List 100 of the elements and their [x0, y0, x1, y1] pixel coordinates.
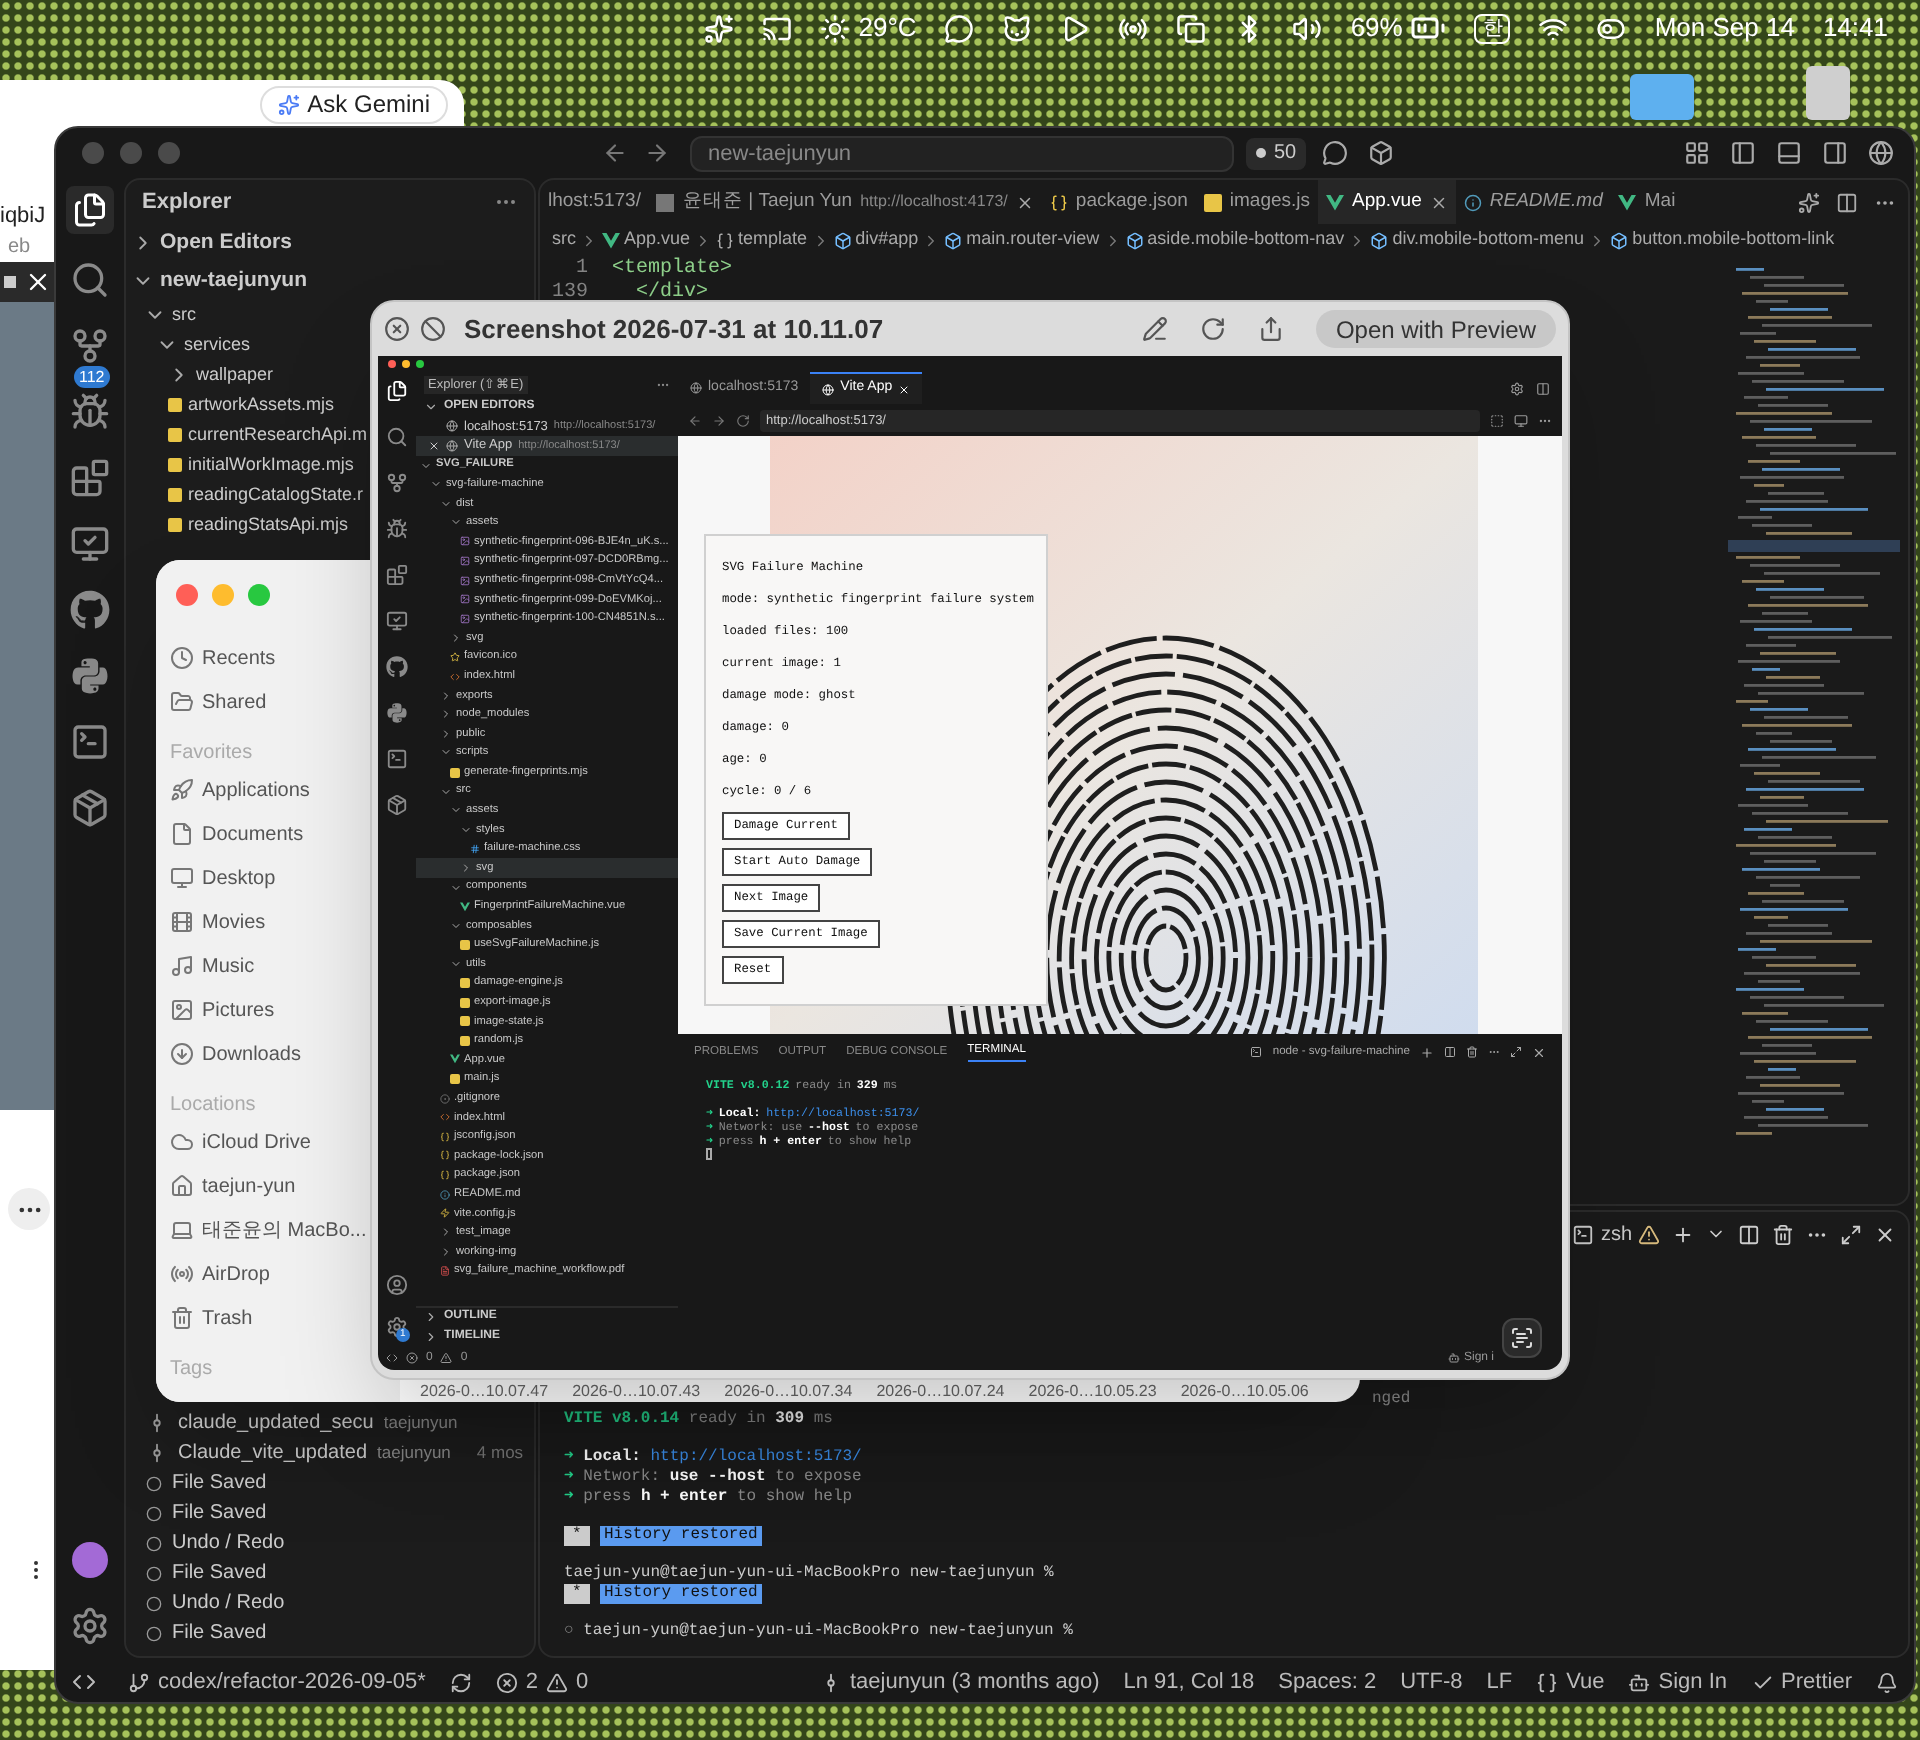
close-icon[interactable] [24, 268, 52, 296]
command-search-field[interactable]: new-taejunyun [690, 135, 1234, 171]
tree-item[interactable]: currentResearchApi.m [126, 420, 368, 450]
sync-icon[interactable] [449, 1671, 472, 1693]
tree-item[interactable]: services [126, 330, 251, 360]
breadcrumb-item[interactable]: aside.mobile-bottom-nav [1147, 226, 1345, 254]
python-icon[interactable] [69, 656, 109, 696]
avatar[interactable] [71, 1542, 107, 1578]
panel-right-icon[interactable] [1822, 140, 1848, 166]
trash-icon[interactable] [1772, 1223, 1794, 1245]
split-editor-icon[interactable] [1836, 191, 1858, 213]
close-icon[interactable] [1429, 193, 1448, 211]
menu-bar-date[interactable]: Mon Sep 14 [1654, 8, 1795, 48]
breadcrumb-item[interactable]: App.vue [624, 226, 691, 254]
source-control-icon[interactable] [69, 326, 109, 366]
finder-sidebar-item[interactable]: Movies [170, 900, 266, 944]
finder-sidebar-item[interactable]: Downloads [170, 1032, 301, 1076]
timeline-label[interactable]: Undo / Redo [172, 1588, 285, 1618]
encoding[interactable]: UTF-8 [1400, 1665, 1463, 1699]
language-mode[interactable]: Vue [1566, 1665, 1605, 1699]
finder-sidebar-item[interactable]: Shared [170, 680, 267, 724]
breadcrumb-item[interactable]: div#app [855, 226, 919, 254]
open-with-preview-button[interactable]: Open with Preview [1315, 310, 1556, 348]
maximize-icon[interactable] [1840, 1223, 1862, 1245]
breadcrumb-item[interactable]: template [738, 226, 808, 254]
settings-icon[interactable] [69, 1606, 109, 1646]
search-icon[interactable] [69, 260, 109, 300]
error-count[interactable]: 2 [525, 1665, 539, 1699]
finder-sidebar-item[interactable]: taejun-yun [170, 1164, 296, 1208]
input-source-badge[interactable]: 한 [1474, 13, 1511, 43]
package-icon[interactable] [69, 788, 109, 828]
back-arrow-icon[interactable] [602, 140, 628, 166]
warning-count[interactable]: 0 [576, 1665, 589, 1699]
finder-sidebar-item[interactable]: Trash [170, 1296, 253, 1340]
tree-item[interactable]: new-taejunyun [126, 262, 308, 300]
share-icon[interactable] [1257, 316, 1284, 342]
layout-icon[interactable] [1684, 140, 1710, 166]
tree-item[interactable]: Open Editors [126, 224, 292, 262]
finder-sidebar-item[interactable]: Recents [170, 636, 276, 680]
forward-arrow-icon[interactable] [644, 140, 670, 166]
editor-tab[interactable]: lhost:5173/ [540, 180, 649, 224]
remote-explorer-icon[interactable] [69, 524, 109, 564]
panel-left-icon[interactable] [1730, 140, 1756, 166]
timeline-label[interactable]: claude_updated_secu [178, 1408, 374, 1438]
rotate-icon[interactable] [1199, 316, 1226, 342]
finder-sidebar-item[interactable]: AirDrop [170, 1252, 270, 1296]
markup-icon[interactable] [1141, 316, 1168, 342]
menu-bar-time[interactable]: 14:41 [1822, 8, 1888, 48]
terminal-shell-name[interactable]: zsh [1600, 1219, 1632, 1249]
breadcrumb-item[interactable]: main.router-view [966, 226, 1100, 254]
timeline-label[interactable]: File Saved [172, 1558, 267, 1588]
finder-sidebar-item[interactable]: 태준윤의 MacBo... [170, 1208, 367, 1252]
timeline-label[interactable]: File Saved [172, 1618, 267, 1648]
tree-item[interactable]: src [126, 300, 196, 330]
formatter[interactable]: Prettier [1781, 1665, 1852, 1699]
breadcrumb-item[interactable]: src [552, 226, 576, 254]
agent-count-pill[interactable]: 50 [1246, 137, 1307, 169]
timeline-label[interactable]: Claude_vite_updated [178, 1438, 368, 1468]
split-icon[interactable] [1738, 1223, 1760, 1245]
finder-sidebar-item[interactable]: Documents [170, 812, 304, 856]
editor-tab[interactable]: README.md [1455, 180, 1611, 224]
extensions-icon[interactable] [69, 458, 109, 498]
tree-item[interactable]: wallpaper [126, 360, 274, 390]
explorer-tab[interactable] [65, 186, 113, 234]
close-icon[interactable] [1015, 193, 1034, 211]
timeline-label[interactable]: File Saved [172, 1468, 267, 1498]
assistant-icon[interactable] [1798, 191, 1820, 213]
editor-tab[interactable]: package.json [1041, 180, 1196, 224]
more-button[interactable] [8, 1188, 50, 1230]
close-icon[interactable] [1874, 1223, 1896, 1245]
tree-item[interactable]: readingCatalogState.r [126, 480, 364, 510]
tree-item[interactable]: artworkAssets.mjs [126, 390, 335, 420]
finder-sidebar-item[interactable]: Pictures [170, 988, 275, 1032]
globe-icon[interactable] [1868, 140, 1894, 166]
extension-icon[interactable] [1368, 140, 1395, 166]
blame-info[interactable]: taejunyun (3 months ago) [849, 1665, 1100, 1699]
run-debug-icon[interactable] [69, 392, 109, 432]
editor-tab[interactable]: Mai [1610, 180, 1684, 224]
live-text-button[interactable] [1502, 1318, 1542, 1358]
terminal-icon[interactable] [69, 722, 109, 762]
notification-icon[interactable] [1876, 1671, 1898, 1693]
plus-icon[interactable] [1672, 1223, 1694, 1245]
finder-sidebar-item[interactable]: Desktop [170, 856, 276, 900]
indentation[interactable]: Spaces: 2 [1278, 1665, 1377, 1699]
tree-item[interactable]: readingStatsApi.mjs [126, 510, 349, 540]
timeline-label[interactable]: Undo / Redo [172, 1528, 285, 1558]
finder-sidebar-item[interactable]: Music [170, 944, 255, 988]
panel-bottom-icon[interactable] [1776, 140, 1802, 166]
finder-sidebar-item[interactable]: Applications [170, 768, 310, 812]
github-icon[interactable] [69, 590, 109, 630]
editor-tab[interactable]: 윤태준 | Taejun Yun http://localhost:4173/ [648, 180, 1042, 224]
editor-tab[interactable]: App.vue [1318, 180, 1456, 224]
sign-in-link[interactable]: Sign In [1658, 1665, 1728, 1699]
remote-icon[interactable] [72, 1670, 96, 1694]
breadcrumb-item[interactable]: button.mobile-bottom-link [1632, 226, 1835, 254]
breadcrumb-item[interactable]: div.mobile-bottom-menu [1392, 226, 1585, 254]
cursor-position[interactable]: Ln 91, Col 18 [1123, 1665, 1255, 1699]
ask-gemini-button[interactable]: Ask Gemini [259, 85, 448, 123]
finder-sidebar-item[interactable]: iCloud Drive [170, 1120, 311, 1164]
timeline-label[interactable]: File Saved [172, 1498, 267, 1528]
